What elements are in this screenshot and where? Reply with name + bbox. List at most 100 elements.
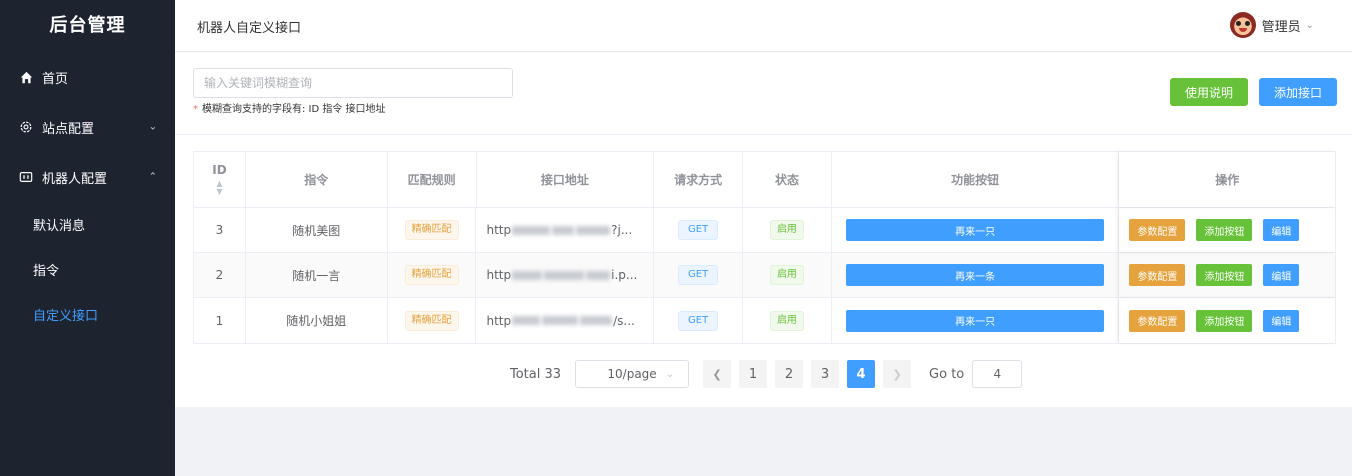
blurred-text [542,316,579,325]
sidebar-item-label: 首页 [42,71,69,87]
param-config-button[interactable]: 参数配置 [1129,309,1186,332]
user-menu[interactable]: 管理员 ⌄ [1229,12,1314,38]
user-name: 管理员 [1261,19,1301,35]
sidebar-subitem-default-message[interactable]: 默认消息 [0,202,175,247]
edit-button[interactable]: 编辑 [1263,309,1300,332]
home-icon [18,69,34,85]
blurred-text [552,225,575,235]
chevron-down-icon: ⌄ [148,121,157,133]
page-button-1[interactable]: 1 [739,360,768,388]
chevron-left-icon: ❮ [712,367,722,381]
add-button-button[interactable]: 添加按钮 [1196,264,1253,286]
goto-label: Go to [929,366,965,382]
url-prefix: http [486,223,512,237]
edit-button[interactable]: 编辑 [1263,219,1300,241]
url-suffix: /s... [613,313,635,328]
table-row: 3 随机美图 精确匹配 http ?j... GET 启用 再来一只 参数配置 … [194,208,1335,253]
gear-icon [18,119,34,135]
page-size-value: 10/page [607,367,657,381]
sidebar-item-home[interactable]: 首页 [0,52,175,102]
blurred-text [580,316,613,325]
method-tag: GET [678,310,719,331]
method-tag: GET [678,220,719,240]
sidebar-subitem-command[interactable]: 指令 [0,247,175,292]
param-config-button[interactable]: 参数配置 [1129,219,1186,241]
sidebar-subitem-label: 自定义接口 [33,309,99,324]
add-button-button[interactable]: 添加按钮 [1196,219,1253,241]
cell-id: 2 [194,253,246,297]
divider [175,134,1352,135]
pagination: Total 33 10/page ⌄ ❮ 1 2 3 4 ❯ Go to [510,360,1023,388]
cell-func: 再来一只 [832,208,1120,252]
cell-func: 再来一条 [832,253,1120,297]
sidebar-subitem-custom-api[interactable]: 自定义接口 [0,292,175,337]
cell-ops: 参数配置 添加按钮 编辑 [1119,298,1335,343]
chevron-up-icon: ⌃ [148,171,157,183]
chevron-right-icon: ❯ [892,367,902,381]
chevron-down-icon: ⌄ [1305,19,1314,31]
table-header: ID ▲ ▼ 指令 匹配规则 接口地址 请求方式 状态 功能按钮 操作 [194,152,1335,208]
sidebar-item-site-config[interactable]: 站点配置 ⌄ [0,102,175,152]
column-header-url: 接口地址 [477,152,655,207]
main-panel: *模糊查询支持的字段有: ID 指令 接口地址 使用说明 添加接口 ID ▲▼ … [175,52,1352,407]
table-row: 2 随机一言 精确匹配 http i.p... GET 启用 再来一条 参数配置… [194,253,1335,298]
add-button-button[interactable]: 添加按钮 [1196,309,1253,332]
brand-title: 后台管理 [49,15,126,36]
status-badge: 启用 [769,220,804,240]
page-size-select[interactable]: 10/page ⌄ [575,360,690,388]
api-table: ID ▲ ▼ 指令 匹配规则 接口地址 请求方式 状态 功能按钮 操作 3 随机美… [193,151,1336,344]
sidebar: 后台管理 首页 站点配置 ⌄ 机器人配置 ⌃ 默认消息 指令 自定义接口 [0,0,175,476]
sort-icon[interactable]: ▲ ▼ [216,180,222,196]
column-label: ID [212,163,227,177]
cell-url: http ?j... [476,208,655,252]
search-input[interactable] [193,68,513,98]
url-prefix: http [486,313,512,328]
column-header-rule: 匹配规则 [388,152,477,207]
help-button[interactable]: 使用说明 [1170,78,1248,106]
column-header-func: 功能按钮 [832,152,1120,207]
column-header-command: 指令 [246,152,388,207]
search-hint: * 模糊查询支持的字段有: ID 指令 接口地址 [193,104,386,115]
func-button[interactable]: 再来一只 [845,219,1105,241]
table-row: 1 随机小姐姐 精确匹配 http /s... GET 启用 再来一只 参数配置… [194,298,1335,343]
chevron-down-icon: ⌄ [665,368,675,380]
next-page-button[interactable]: ❯ [883,360,912,388]
goto-input[interactable] [972,360,1023,388]
column-header-ops: 操作 [1119,152,1335,207]
func-button[interactable]: 再来一条 [845,264,1105,286]
page-button-4[interactable]: 4 [847,360,876,388]
cell-method: GET [654,253,744,297]
sidebar-item-label: 机器人配置 [42,171,108,187]
cell-command: 随机一言 [246,253,388,297]
top-header: 机器人自定义接口 管理员 ⌄ [175,0,1352,52]
status-badge: 启用 [769,310,804,331]
rule-tag: 精确匹配 [404,310,459,331]
method-tag: GET [678,265,719,285]
column-header-id[interactable]: ID ▲ ▼ [194,152,246,207]
prev-page-button[interactable]: ❮ [703,360,732,388]
cell-id: 3 [194,208,246,252]
cell-state: 启用 [743,298,832,343]
edit-button[interactable]: 编辑 [1263,264,1300,286]
cell-ops: 参数配置 添加按钮 编辑 [1119,253,1335,297]
cell-method: GET [654,208,744,252]
sidebar-subitem-label: 指令 [33,264,60,279]
url-suffix: ?j... [611,223,633,237]
param-config-button[interactable]: 参数配置 [1129,264,1186,286]
blurred-text [576,225,611,235]
sidebar-item-robot-config[interactable]: 机器人配置 ⌃ [0,152,175,202]
cell-rule: 精确匹配 [388,253,477,297]
page-button-2[interactable]: 2 [775,360,804,388]
cell-command: 随机美图 [246,208,388,252]
blurred-text [512,270,543,280]
func-button[interactable]: 再来一只 [845,309,1105,332]
sidebar-item-label: 站点配置 [42,121,95,137]
blurred-text [512,316,541,325]
add-api-button[interactable]: 添加接口 [1259,78,1337,106]
search-hint-text: 模糊查询支持的字段有: ID 指令 接口地址 [202,104,386,115]
pagination-total: Total 33 [510,366,562,382]
cell-command: 随机小姐姐 [246,298,388,343]
url-suffix: i.p... [611,268,638,282]
page-button-3[interactable]: 3 [811,360,840,388]
cell-id: 1 [194,298,246,343]
